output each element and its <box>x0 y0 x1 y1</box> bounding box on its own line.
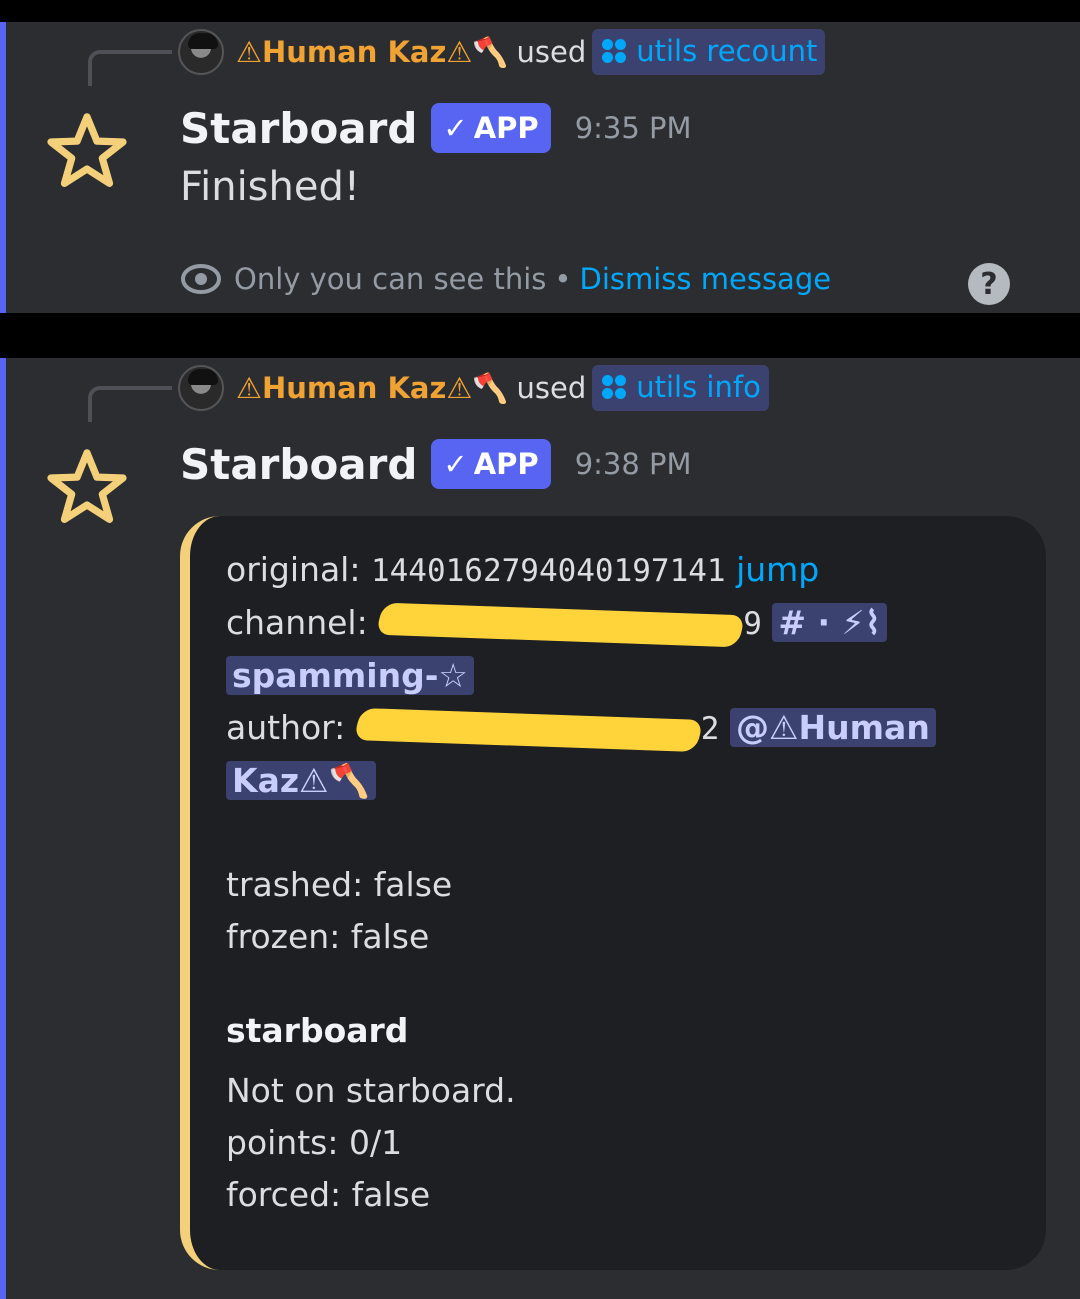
message-content: Finished! <box>180 164 360 210</box>
reply-username[interactable]: ⚠Human Kaz⚠🪓 <box>236 35 508 70</box>
embed-original-line: original: 1440162794040197141 jump <box>226 544 1010 597</box>
original-id: 1440162794040197141 <box>370 553 726 589</box>
reply-connector <box>88 50 172 86</box>
user-mention[interactable]: @⚠Human <box>729 708 936 747</box>
ephemeral-notice: Only you can see this • Dismiss message <box>180 262 831 296</box>
command-name: utils info <box>636 370 761 404</box>
help-icon[interactable]: ? <box>968 263 1010 305</box>
command-reply-line[interactable]: ⚠Human Kaz⚠🪓 used utils recount <box>178 27 826 77</box>
channel-label: channel: <box>226 603 368 642</box>
highlight-bar <box>0 358 6 1299</box>
app-badge: ✓ APP <box>431 103 551 153</box>
message-header: Starboard ✓ APP 9:38 PM <box>180 436 692 492</box>
message-ephemeral: ⚠Human Kaz⚠🪓 used utils recount Starboar… <box>0 22 1080 313</box>
channel-mention-continued[interactable]: spamming-☆ <box>226 656 475 695</box>
timestamp: 9:38 PM <box>574 447 692 481</box>
bot-name[interactable]: Starboard <box>180 104 417 153</box>
verified-check-icon: ✓ <box>443 447 468 481</box>
author-label: author: <box>226 708 346 747</box>
user-avatar[interactable] <box>178 365 224 411</box>
embed-author-line-wrap: Kaz⚠🪓 <box>226 755 1010 807</box>
author-id-tail: 2 <box>700 711 720 747</box>
starboard-status: Not on starboard. <box>226 1071 516 1110</box>
reply-username[interactable]: ⚠Human Kaz⚠🪓 <box>236 371 508 406</box>
separator: • <box>554 262 572 296</box>
channel-mention[interactable]: # · ⚡⌇ <box>772 603 887 642</box>
points-field: points: 0/1 <box>226 1123 403 1162</box>
user-avatar[interactable] <box>178 29 224 75</box>
embed-channel-line: channel: 9 # · ⚡⌇ <box>226 597 1010 650</box>
message-info: ⚠Human Kaz⚠🪓 used utils info Starboard ✓… <box>0 358 1080 1299</box>
reply-verb: used <box>516 371 587 405</box>
command-chip[interactable]: utils info <box>592 365 769 411</box>
embed-author-line: author: 2 @⚠Human <box>226 702 1010 755</box>
trashed-field: trashed: false <box>226 865 453 904</box>
forced-field: forced: false <box>226 1175 431 1214</box>
eye-icon <box>181 264 221 294</box>
command-reply-line[interactable]: ⚠Human Kaz⚠🪓 used utils info <box>178 363 769 413</box>
star-icon[interactable] <box>42 106 132 196</box>
frozen-field: frozen: false <box>226 917 430 956</box>
message-header: Starboard ✓ APP 9:35 PM <box>180 100 692 156</box>
verified-check-icon: ✓ <box>443 111 468 145</box>
slash-command-icon <box>600 37 628 65</box>
user-mention-continued[interactable]: Kaz⚠🪓 <box>226 761 376 800</box>
ephemeral-text: Only you can see this <box>234 262 547 296</box>
redaction-scribble <box>353 707 704 752</box>
info-embed: original: 1440162794040197141 jump chann… <box>180 516 1046 1270</box>
original-label: original: <box>226 550 361 589</box>
jump-link[interactable]: jump <box>736 550 819 589</box>
command-chip[interactable]: utils recount <box>592 29 826 75</box>
redaction-scribble <box>375 602 746 647</box>
app-badge: ✓ APP <box>431 439 551 489</box>
bot-name[interactable]: Starboard <box>180 440 417 489</box>
starboard-heading: starboard <box>226 1011 409 1050</box>
embed-channel-line-wrap: spamming-☆ <box>226 650 1010 702</box>
star-icon[interactable] <box>42 442 132 532</box>
reply-connector <box>88 386 172 422</box>
slash-command-icon <box>600 373 628 401</box>
timestamp: 9:35 PM <box>574 111 692 145</box>
dismiss-message-link[interactable]: Dismiss message <box>580 262 832 296</box>
command-name: utils recount <box>636 34 818 68</box>
channel-id-tail: 9 <box>743 606 762 642</box>
reply-verb: used <box>516 35 587 69</box>
highlight-bar <box>0 22 6 313</box>
